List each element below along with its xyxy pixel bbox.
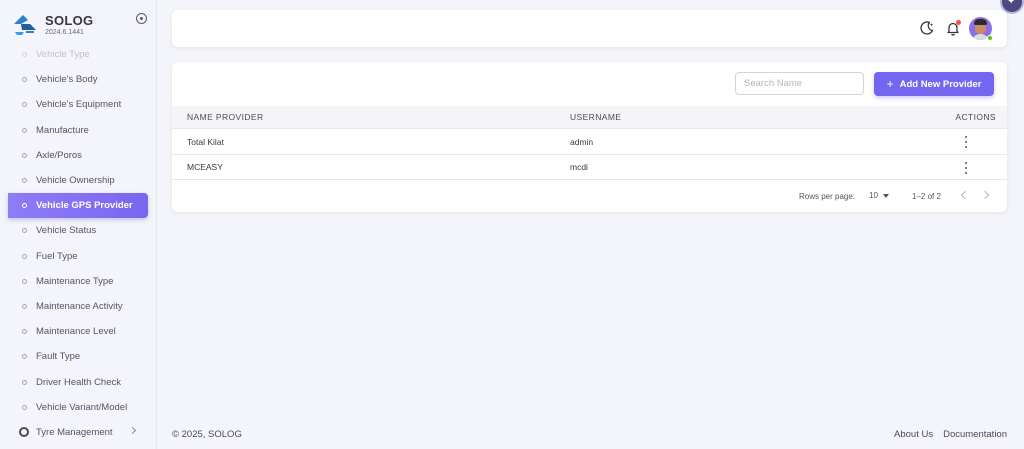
brand[interactable]: SOLOG 2024.6.1441	[0, 0, 156, 40]
sidebar-item-vehicle-variant-model[interactable]: Vehicle Variant/Model	[0, 395, 156, 420]
more-vertical-icon[interactable]	[962, 162, 970, 174]
about-us-link[interactable]: About Us	[894, 429, 933, 440]
bullet-icon	[22, 127, 27, 133]
bell-icon[interactable]	[945, 20, 961, 36]
more-vertical-icon[interactable]	[962, 136, 970, 148]
bullet-icon	[22, 278, 27, 284]
solog-logo-icon	[14, 15, 36, 35]
sidebar-item-label: Vehicle's Body	[36, 74, 98, 86]
sidebar-item-tyre-management[interactable]: Tyre Management	[0, 420, 156, 445]
sidebar-item-label: Fuel Type	[36, 250, 78, 262]
providers-card: + Add New Provider NAME PROVIDER USERNAM…	[172, 62, 1007, 212]
sidebar-collapse-icon[interactable]	[136, 13, 147, 24]
caret-down-icon	[882, 193, 889, 198]
moon-icon[interactable]	[919, 20, 935, 36]
column-header-username: USERNAME	[570, 112, 622, 122]
sidebar-item-vehicle-gps-provider[interactable]: Vehicle GPS Provider	[8, 193, 148, 219]
add-new-provider-label: Add New Provider	[899, 78, 982, 90]
sidebar-item-manufacture[interactable]: Manufacture	[0, 118, 156, 143]
bullet-icon	[22, 404, 27, 410]
bullet-icon	[22, 303, 27, 309]
avatar-hair	[974, 19, 987, 25]
bullet-icon	[22, 52, 27, 58]
sidebar-item-maintenance-activity[interactable]: Maintenance Activity	[0, 294, 156, 319]
chevron-right-icon[interactable]	[980, 190, 990, 200]
rows-per-page-value: 10	[869, 191, 878, 200]
sidebar-item-vehicle-status[interactable]: Vehicle Status	[0, 218, 156, 243]
bullet-icon	[22, 102, 27, 108]
table-row[interactable]: MCEASY mcdi	[172, 154, 1007, 180]
brand-version: 2024.6.1441	[45, 28, 84, 36]
bullet-icon	[22, 77, 27, 83]
sidebar-item-maintenance-type[interactable]: Maintenance Type	[0, 269, 156, 294]
sidebar: SOLOG 2024.6.1441 Vehicle Type Vehicle's…	[0, 0, 157, 449]
sidebar-item-vehicle-type[interactable]: Vehicle Type	[0, 42, 156, 67]
sidebar-item-label: Fault Type	[36, 351, 81, 363]
notification-badge	[956, 20, 961, 25]
sidebar-nav: Vehicle Type Vehicle's Body Vehicle's Eq…	[0, 42, 156, 445]
bullet-icon	[22, 379, 27, 385]
tyre-icon	[19, 427, 29, 438]
bullet-icon	[22, 203, 27, 209]
sidebar-item-label: Manufacture	[36, 124, 89, 136]
cell-username: mcdi	[570, 162, 588, 172]
bullet-icon	[22, 152, 27, 158]
sidebar-item-label: Vehicle Status	[36, 225, 97, 237]
cell-username: admin	[570, 136, 594, 147]
bullet-icon	[22, 354, 27, 360]
sidebar-item-vehicles-body[interactable]: Vehicle's Body	[0, 67, 156, 92]
assistant-bubble-icon[interactable]	[1002, 0, 1022, 12]
pagination-range: 1–2 of 2	[912, 192, 941, 201]
copyright: © 2025, SOLOG	[172, 429, 242, 440]
search-input[interactable]	[735, 72, 864, 95]
sidebar-item-label: Vehicle's Equipment	[36, 99, 122, 111]
sidebar-item-maintenance-level[interactable]: Maintenance Level	[0, 319, 156, 344]
sidebar-item-label: Maintenance Type	[36, 275, 114, 287]
column-header-name-provider: NAME PROVIDER	[187, 112, 264, 122]
sidebar-item-label: Vehicle Ownership	[36, 175, 115, 187]
sidebar-item-axle-poros[interactable]: Axle/Poros	[0, 143, 156, 168]
add-new-provider-button[interactable]: + Add New Provider	[874, 72, 994, 96]
sidebar-item-label: Vehicle Type	[36, 49, 90, 61]
top-navbar	[172, 10, 1007, 47]
bullet-icon	[22, 253, 27, 259]
chevron-right-icon	[128, 426, 137, 434]
documentation-link[interactable]: Documentation	[943, 429, 1007, 440]
plus-icon: +	[886, 76, 894, 91]
bullet-icon	[22, 178, 27, 184]
table-header: NAME PROVIDER USERNAME ACTIONS	[172, 106, 1007, 128]
cell-name-provider: MCEASY	[187, 162, 223, 172]
sidebar-item-label: Maintenance Level	[36, 326, 116, 338]
rows-per-page-label: Rows per page:	[799, 192, 856, 201]
sidebar-item-label: Vehicle Variant/Model	[36, 401, 128, 413]
sidebar-item-fuel-type[interactable]: Fuel Type	[0, 244, 156, 269]
sidebar-item-label: Driver Health Check	[36, 376, 121, 388]
bullet-icon	[22, 329, 27, 335]
bullet-icon	[22, 228, 27, 234]
table-row[interactable]: Total Kilat admin	[172, 128, 1007, 154]
sidebar-item-vehicles-equipment[interactable]: Vehicle's Equipment	[0, 92, 156, 117]
chevron-left-icon[interactable]	[960, 190, 970, 200]
sidebar-item-label: Axle/Poros	[36, 149, 82, 161]
sidebar-item-label: Maintenance Activity	[36, 300, 123, 312]
pagination: Rows per page: 10 1–2 of 2	[172, 180, 1007, 212]
online-status-indicator	[987, 35, 993, 41]
cell-name-provider: Total Kilat	[187, 136, 224, 147]
brand-name: SOLOG	[45, 12, 94, 28]
rows-per-page-select[interactable]: 10	[869, 191, 889, 200]
footer-links: About Us Documentation	[894, 429, 1007, 440]
sidebar-item-label: Vehicle GPS Provider	[36, 200, 133, 212]
sidebar-item-label: Tyre Management	[36, 426, 113, 438]
sidebar-item-fault-type[interactable]: Fault Type	[0, 344, 156, 369]
column-header-actions: ACTIONS	[955, 112, 996, 122]
sidebar-item-vehicle-ownership[interactable]: Vehicle Ownership	[0, 168, 156, 193]
sidebar-item-driver-health-check[interactable]: Driver Health Check	[0, 369, 156, 394]
